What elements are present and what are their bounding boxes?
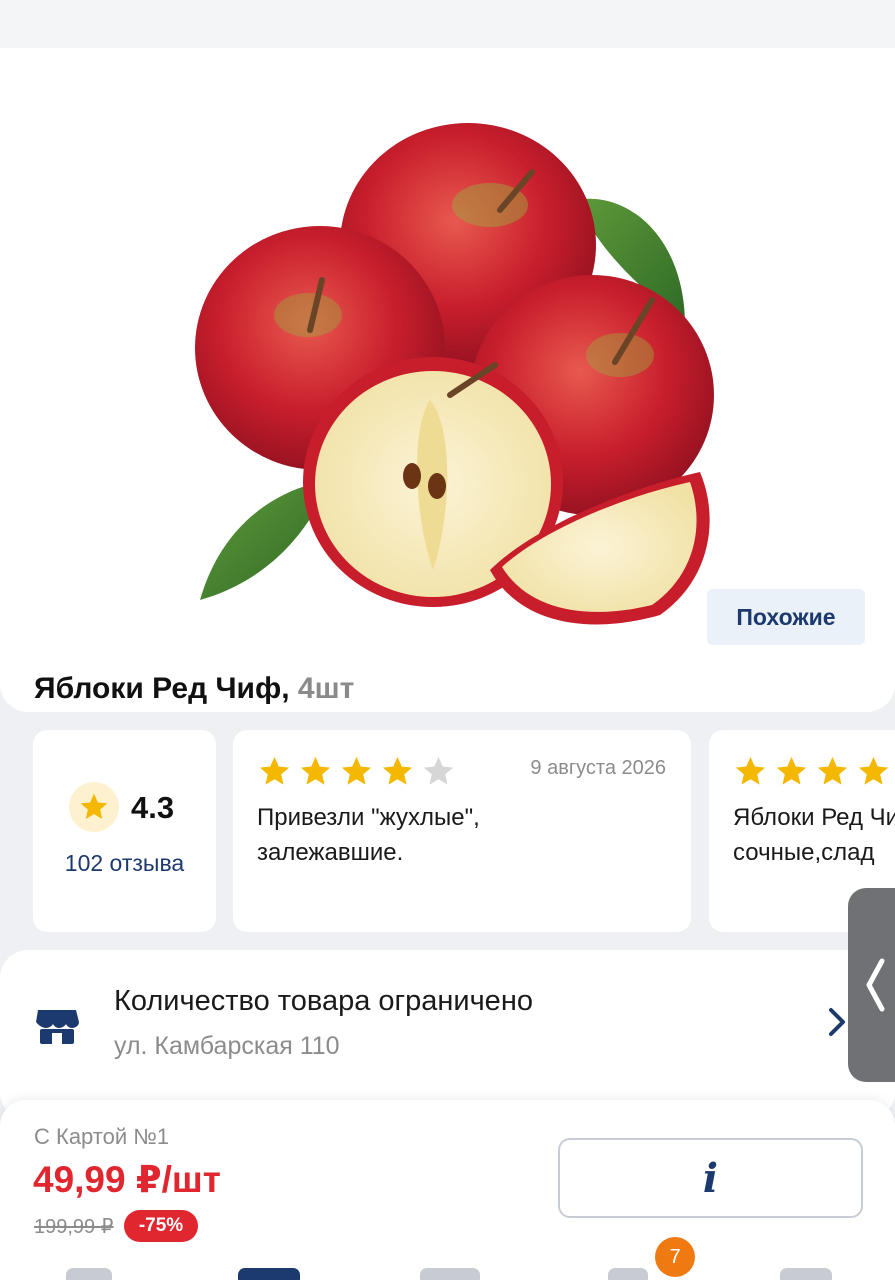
store-address: ул. Камбарская 110 — [114, 1032, 340, 1060]
review-text: Привезли "жухлые", залежавшие. — [257, 804, 480, 866]
side-panel-handle[interactable] — [848, 888, 895, 1082]
review-stars — [257, 754, 456, 789]
price-bar: С Картой №1 49,99 ₽/шт 199,99 ₽ -75% i 7 — [0, 1100, 895, 1280]
similar-button[interactable]: Похожие — [707, 589, 865, 645]
info-button[interactable]: i — [558, 1138, 863, 1218]
star-icon — [858, 756, 889, 785]
review-stars — [733, 754, 895, 789]
nav-catalog-icon[interactable] — [238, 1268, 300, 1280]
product-qty: 4шт — [297, 672, 355, 705]
star-empty-icon — [423, 756, 454, 785]
star-icon — [69, 782, 119, 832]
star-icon — [735, 756, 766, 785]
chevron-right-icon[interactable] — [826, 1006, 848, 1038]
chevron-left-icon — [866, 958, 885, 1012]
rating-value: 4.3 — [131, 790, 175, 825]
product-title: Яблоки Ред Чиф, 4шт — [34, 672, 354, 706]
nav-home-icon[interactable] — [66, 1268, 112, 1280]
star-icon — [776, 756, 807, 785]
star-icon — [300, 756, 331, 785]
nav-cart-icon[interactable] — [608, 1268, 648, 1280]
product-image — [195, 123, 714, 625]
product-hero: Похожие Яблоки Ред Чиф, 4шт — [0, 48, 895, 712]
star-icon — [817, 756, 848, 785]
stock-availability-card[interactable]: Количество товара ограничено ул. Камбарс… — [0, 950, 895, 1120]
review-text: Яблоки Ред Чиф сочные,слад — [733, 804, 895, 866]
star-icon — [382, 756, 413, 785]
star-icon — [341, 756, 372, 785]
review-card[interactable]: 9 августа 2026 Привезли "жухлые", залежа… — [233, 730, 691, 932]
cart-count-badge: 7 — [655, 1237, 695, 1277]
current-price: 49,99 ₽/шт — [33, 1159, 221, 1200]
store-icon — [36, 1010, 79, 1044]
discount-badge: -75% — [124, 1210, 198, 1242]
old-price: 199,99 ₽ — [34, 1216, 114, 1238]
stock-title: Количество товара ограничено — [114, 985, 533, 1017]
star-icon — [259, 756, 290, 785]
rating-summary-card[interactable]: 4.3 102 отзыва — [33, 730, 216, 932]
top-bar — [0, 0, 895, 48]
nav-promo-icon[interactable] — [420, 1268, 480, 1280]
nav-profile-icon[interactable] — [780, 1268, 832, 1280]
product-name: Яблоки Ред Чиф, — [34, 672, 290, 705]
reviews-count-link[interactable]: 102 отзыва — [33, 850, 216, 877]
loyalty-card-label: С Картой №1 — [34, 1124, 170, 1149]
review-date: 9 августа 2026 — [530, 757, 666, 779]
